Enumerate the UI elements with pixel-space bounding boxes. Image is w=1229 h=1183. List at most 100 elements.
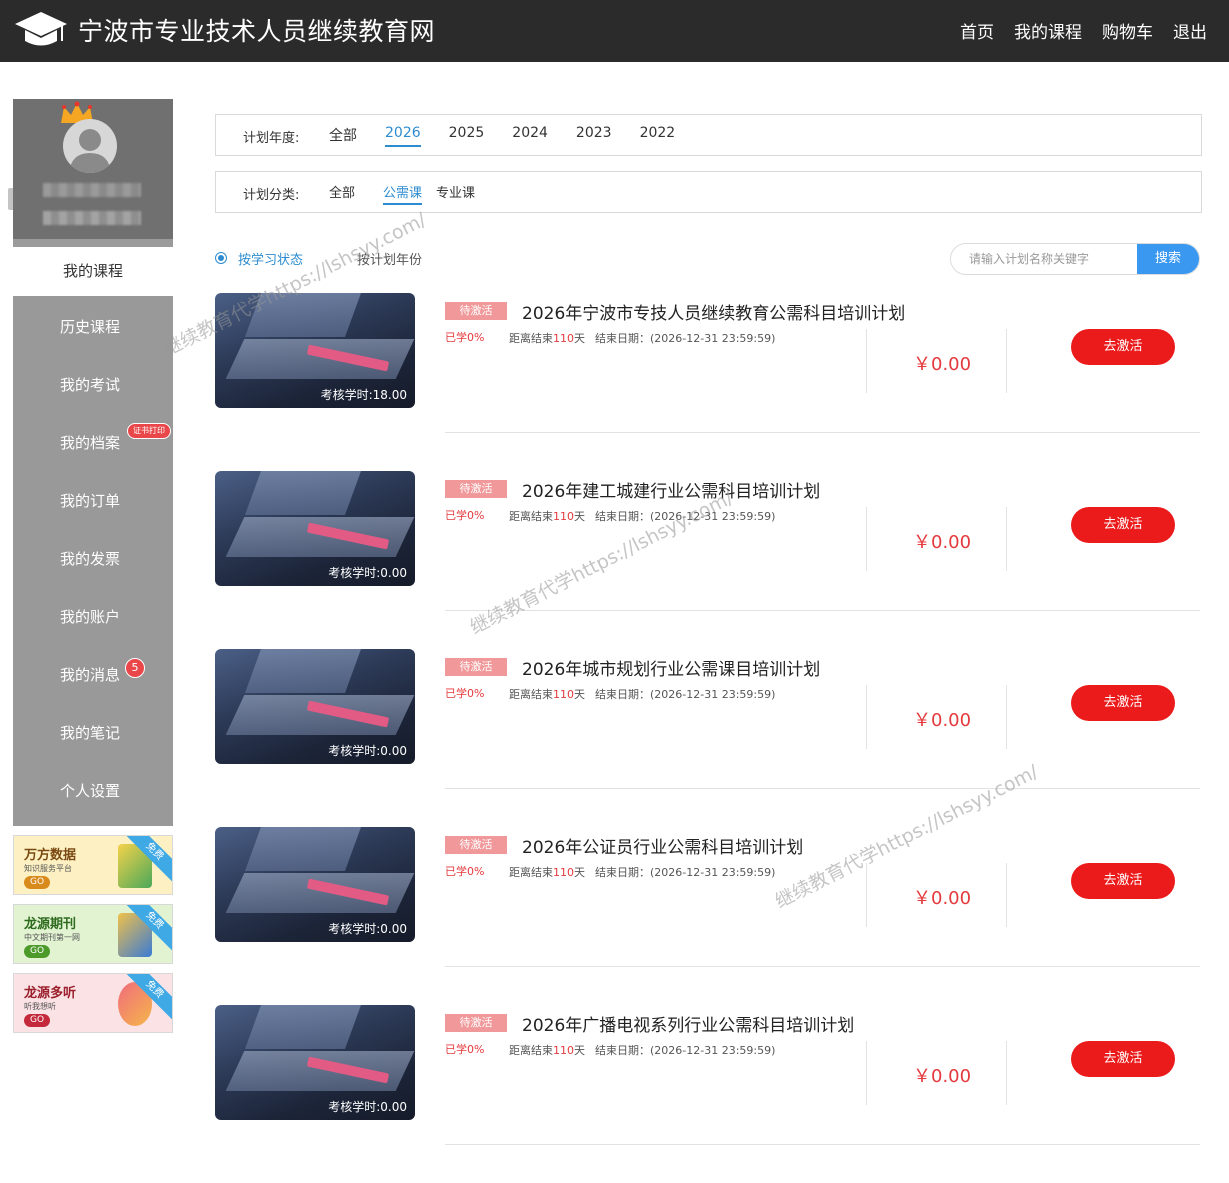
promo-wanfang[interactable]: 万方数据 知识服务平台 GO 免费: [13, 835, 173, 895]
course-thumbnail[interactable]: 考核学时:0.00: [215, 1005, 415, 1120]
divider: [445, 610, 1200, 611]
plan-title[interactable]: 2026年宁波市专技人员继续教育公需科目培训计划: [522, 299, 905, 324]
end-date: 结束日期：(2026-12-31 23:59:59): [595, 1044, 776, 1057]
plan-meta: 距离结束110天 结束日期：(2026-12-31 23:59:59): [509, 332, 776, 345]
study-progress: 已学0%: [445, 1043, 485, 1056]
year-option-2026[interactable]: 2026: [385, 125, 421, 147]
status-badge: 待激活: [445, 658, 507, 676]
activate-button[interactable]: 去激活: [1071, 863, 1175, 899]
course-thumbnail[interactable]: 考核学时:0.00: [215, 827, 415, 942]
top-nav: 首页 我的课程 购物车 退出: [960, 18, 1207, 43]
message-count-badge: 5: [125, 658, 145, 678]
sidebar-item-account[interactable]: 我的账户: [13, 588, 173, 646]
assessment-hours: 考核学时:0.00: [328, 566, 407, 580]
sidebar-item-messages[interactable]: 我的消息 5: [13, 646, 173, 704]
course-thumbnail[interactable]: 考核学时:18.00: [215, 293, 415, 408]
status-badge: 待激活: [445, 480, 507, 498]
plan-price: ￥0.00: [913, 1066, 972, 1087]
plan-title[interactable]: 2026年建工城建行业公需科目培训计划: [522, 477, 820, 502]
plan-card: 考核学时:0.00 待激活 2026年城市规划行业公需课目培训计划 已学0% 距离结束1…: [215, 649, 1200, 827]
plan-price: ￥0.00: [913, 532, 972, 553]
nav-home-link[interactable]: 首页: [960, 18, 994, 43]
year-option-2022[interactable]: 2022: [640, 125, 676, 147]
sort-by-status[interactable]: 按学习状态: [238, 249, 303, 268]
status-badge: 待激活: [445, 836, 507, 854]
promo-longyuan-journals[interactable]: 龙源期刊 中文期刊第一网 GO 免费: [13, 904, 173, 964]
year-option-2023[interactable]: 2023: [576, 125, 612, 147]
study-progress: 已学0%: [445, 865, 485, 878]
promo-longyuan-audio[interactable]: 龙源多听 听我想听 GO 免费: [13, 973, 173, 1033]
assessment-hours: 考核学时:0.00: [328, 744, 407, 758]
days-remaining: 110: [553, 510, 574, 523]
year-option-2024[interactable]: 2024: [512, 125, 548, 147]
assessment-hours: 考核学时:0.00: [328, 1100, 407, 1114]
nav-cart-link[interactable]: 购物车: [1102, 18, 1153, 43]
sort-radio-selected[interactable]: [215, 252, 227, 264]
year-option-2025[interactable]: 2025: [449, 125, 485, 147]
sidebar-item-exams[interactable]: 我的考试: [13, 356, 173, 414]
sidebar-menu: 历史课程 我的考试 我的档案 证书打印 我的订单 我的发票 我的账户 我的消息 5 …: [13, 296, 173, 826]
sidebar-item-orders[interactable]: 我的订单: [13, 472, 173, 530]
year-option-all[interactable]: 全部: [329, 125, 357, 147]
plan-title[interactable]: 2026年广播电视系列行业公需科目培训计划: [522, 1011, 854, 1036]
search-button[interactable]: 搜索: [1137, 244, 1199, 274]
plan-meta: 距离结束110天 结束日期：(2026-12-31 23:59:59): [509, 510, 776, 523]
end-date: 结束日期：(2026-12-31 23:59:59): [595, 510, 776, 523]
assessment-hours: 考核学时:18.00: [320, 388, 407, 402]
plan-card: 考核学时:18.00 待激活 2026年宁波市专技人员继续教育公需科目培训计划已学0…: [215, 293, 1200, 471]
activate-button[interactable]: 去激活: [1071, 685, 1175, 721]
assessment-hours: 考核学时:0.00: [328, 922, 407, 936]
certificate-print-tag[interactable]: 证书打印: [127, 423, 171, 439]
study-progress: 已学0%: [445, 331, 485, 344]
divider: [445, 1144, 1200, 1145]
plan-card: 考核学时:0.00 待激活 2026年广播电视系列行业公需科目培训计划 已学0% 距离结…: [215, 1005, 1200, 1183]
year-filter: 计划年度: 全部 2026 2025 2024 2023 2022: [215, 114, 1202, 156]
sidebar-item-settings[interactable]: 个人设置: [13, 762, 173, 820]
end-date: 结束日期：(2026-12-31 23:59:59): [595, 688, 776, 701]
study-progress: 已学0%: [445, 687, 485, 700]
sidebar-item-notes[interactable]: 我的笔记: [13, 704, 173, 762]
search-box: 搜索: [950, 243, 1200, 275]
plan-title[interactable]: 2026年公证员行业公需科目培训计划: [522, 833, 803, 858]
plan-title[interactable]: 2026年城市规划行业公需课目培训计划: [522, 655, 820, 680]
search-input[interactable]: [951, 244, 1139, 274]
course-thumbnail[interactable]: 考核学时:0.00: [215, 649, 415, 764]
sidebar-item-archive[interactable]: 我的档案 证书打印: [13, 414, 173, 472]
days-remaining: 110: [553, 688, 574, 701]
nav-my-courses-link[interactable]: 我的课程: [1014, 18, 1082, 43]
sidebar-item-my-courses[interactable]: 我的课程: [13, 247, 173, 296]
category-option-professional[interactable]: 专业课: [436, 182, 475, 205]
sort-by-year[interactable]: 按计划年份: [357, 249, 422, 268]
year-filter-label: 计划年度:: [243, 131, 300, 146]
sort-options: 按学习状态 按计划年份: [215, 248, 422, 268]
user-avatar-icon[interactable]: [63, 119, 117, 173]
end-date: 结束日期：(2026-12-31 23:59:59): [595, 332, 776, 345]
plan-meta: 距离结束110天 结束日期：(2026-12-31 23:59:59): [509, 866, 776, 879]
course-thumbnail[interactable]: 考核学时:0.00: [215, 471, 415, 586]
go-button: GO: [24, 876, 51, 889]
plan-price: ￥0.00: [913, 710, 972, 731]
sidebar-item-history[interactable]: 历史课程: [13, 298, 173, 356]
days-remaining: 110: [553, 332, 574, 345]
category-filter: 计划分类: 全部 公需课 专业课: [215, 171, 1202, 213]
user-name-redacted: [43, 183, 141, 197]
category-option-public[interactable]: 公需课: [383, 182, 423, 205]
activate-button[interactable]: 去激活: [1071, 1041, 1175, 1077]
status-badge: 待激活: [445, 302, 507, 320]
status-badge: 待激活: [445, 1014, 507, 1032]
days-remaining: 110: [553, 1044, 574, 1057]
top-bar: 宁波市专业技术人员继续教育网 首页 我的课程 购物车 退出: [0, 0, 1229, 62]
nav-logout-link[interactable]: 退出: [1173, 18, 1207, 43]
graduation-cap-icon: [15, 12, 67, 46]
activate-button[interactable]: 去激活: [1071, 507, 1175, 543]
activate-button[interactable]: 去激活: [1071, 329, 1175, 365]
plan-card: 考核学时:0.00 待激活 2026年公证员行业公需科目培训计划已学0% 距离结束11…: [215, 827, 1200, 1005]
days-remaining: 110: [553, 866, 574, 879]
category-option-all[interactable]: 全部: [329, 182, 355, 205]
user-id-redacted: [43, 211, 141, 225]
profile-card: [13, 99, 173, 247]
category-filter-label: 计划分类:: [243, 188, 300, 203]
go-button: GO: [24, 945, 51, 958]
sidebar-item-invoices[interactable]: 我的发票: [13, 530, 173, 588]
study-progress: 已学0%: [445, 509, 485, 522]
